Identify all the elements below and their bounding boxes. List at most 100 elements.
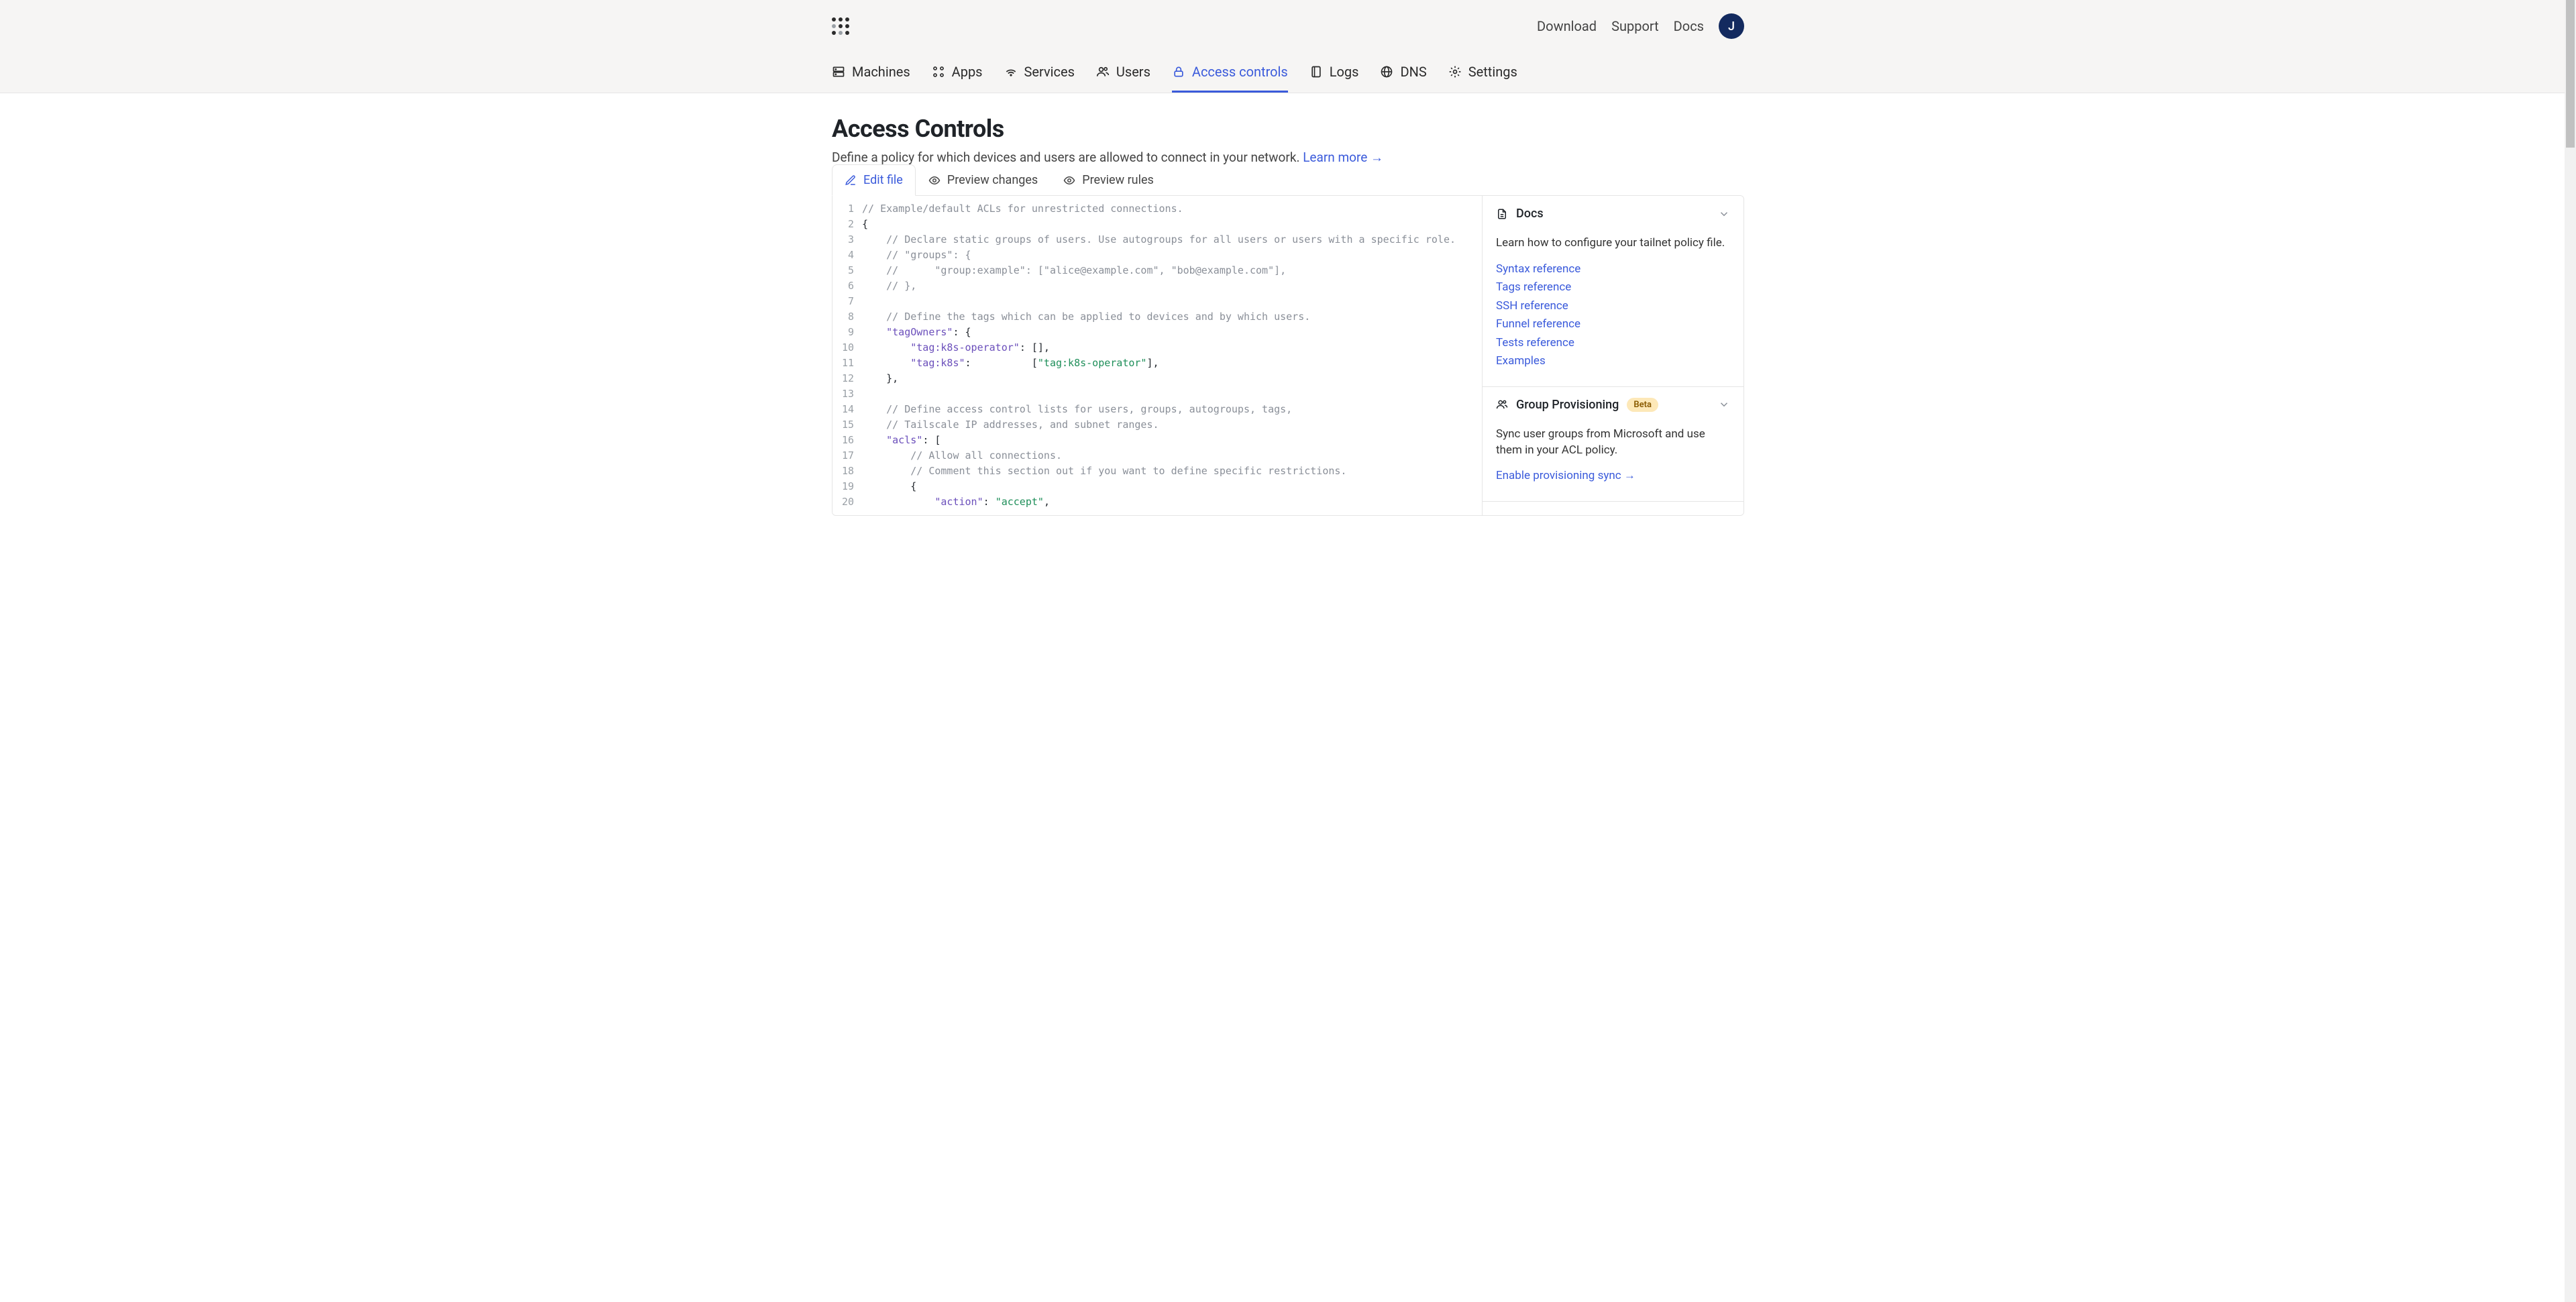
avatar[interactable]: J (1719, 13, 1744, 39)
panel-title: Group Provisioning (1516, 398, 1619, 412)
editor-tabs: Edit file Preview changes Preview rules (832, 164, 1744, 196)
docs-link-syntax[interactable]: Syntax reference (1496, 261, 1730, 278)
line-number: 11 (833, 356, 862, 371)
code-line[interactable]: 2{ (833, 217, 1482, 232)
nav-machines[interactable]: Machines (832, 52, 910, 93)
panel-docs-header[interactable]: Docs (1483, 196, 1743, 231)
line-number: 9 (833, 325, 862, 340)
code-content: // "group:example": ["alice@example.com"… (862, 263, 1286, 278)
code-line[interactable]: 4 // "groups": { (833, 248, 1482, 263)
code-content: // }, (862, 278, 916, 294)
panel-group-provisioning-header[interactable]: Group Provisioning Beta (1483, 387, 1743, 423)
code-line[interactable]: 6 // }, (833, 278, 1482, 294)
line-number: 5 (833, 263, 862, 278)
docs-link-tags[interactable]: Tags reference (1496, 279, 1730, 296)
enable-provisioning-link[interactable]: Enable provisioning sync → (1496, 468, 1730, 485)
tab-preview-rules[interactable]: Preview rules (1051, 164, 1167, 196)
line-number: 4 (833, 248, 862, 263)
main-nav: Machines Apps Services Users Access cont… (832, 52, 1744, 93)
code-line[interactable]: 11 "tag:k8s": ["tag:k8s-operator"], (833, 356, 1482, 371)
scrollbar-thumb[interactable] (2566, 0, 2575, 148)
chevron-down-icon (1718, 398, 1730, 411)
nav-label: Settings (1468, 64, 1517, 80)
nav-dns[interactable]: DNS (1380, 52, 1426, 93)
docs-link-examples[interactable]: Examples (1496, 353, 1730, 370)
edit-icon (845, 174, 857, 186)
nav-logs[interactable]: Logs (1309, 52, 1359, 93)
code-line[interactable]: 5 // "group:example": ["alice@example.co… (833, 263, 1482, 278)
scrollbar[interactable] (2565, 0, 2576, 1302)
document-icon (1496, 208, 1508, 220)
code-line[interactable]: 17 // Allow all connections. (833, 448, 1482, 464)
code-content: // Allow all connections. (862, 448, 1062, 464)
nav-label: Access controls (1192, 64, 1288, 80)
line-number: 12 (833, 371, 862, 386)
docs-link-funnel[interactable]: Funnel reference (1496, 316, 1730, 333)
line-number: 3 (833, 232, 862, 248)
code-content: // "groups": { (862, 248, 971, 263)
tab-label: Preview rules (1082, 173, 1154, 187)
tab-edit-file[interactable]: Edit file (832, 164, 916, 196)
code-line[interactable]: 10 "tag:k8s-operator": [], (833, 340, 1482, 356)
code-line[interactable]: 13 (833, 386, 1482, 402)
nav-access-controls[interactable]: Access controls (1172, 52, 1288, 93)
code-line[interactable]: 19 { (833, 479, 1482, 494)
panel-title: Docs (1516, 207, 1544, 221)
code-content: "acls": [ (862, 433, 941, 448)
apps-icon (932, 65, 945, 78)
page-title: Access Controls (832, 115, 1744, 143)
code-content (862, 294, 868, 309)
panel-docs: Docs Learn how to configure your tailnet… (1483, 196, 1743, 387)
nav-label: Services (1024, 64, 1075, 80)
tab-preview-changes[interactable]: Preview changes (916, 164, 1051, 196)
code-content: }, (862, 371, 898, 386)
code-line[interactable]: 15 // Tailscale IP addresses, and subnet… (833, 417, 1482, 433)
header-link-support[interactable]: Support (1611, 18, 1659, 34)
code-line[interactable]: 8 // Define the tags which can be applie… (833, 309, 1482, 325)
code-line[interactable]: 18 // Comment this section out if you wa… (833, 464, 1482, 479)
code-editor[interactable]: 1// Example/default ACLs for unrestricte… (833, 196, 1482, 515)
line-number: 6 (833, 278, 862, 294)
panel-gp-intro: Sync user groups from Microsoft and use … (1496, 427, 1730, 459)
code-content: "action": "accept", (862, 494, 1050, 510)
code-line[interactable]: 9 "tagOwners": { (833, 325, 1482, 340)
globe-icon (1380, 65, 1393, 78)
line-number: 7 (833, 294, 862, 309)
header-link-docs[interactable]: Docs (1674, 18, 1704, 34)
server-icon (832, 65, 845, 78)
code-line[interactable]: 16 "acls": [ (833, 433, 1482, 448)
code-line[interactable]: 20 "action": "accept", (833, 494, 1482, 510)
nav-settings[interactable]: Settings (1448, 52, 1517, 93)
nav-apps[interactable]: Apps (932, 52, 983, 93)
code-line[interactable]: 14 // Define access control lists for us… (833, 402, 1482, 417)
code-content: { (862, 479, 916, 494)
nav-users[interactable]: Users (1096, 52, 1150, 93)
lock-icon (1172, 65, 1185, 78)
docs-link-ssh[interactable]: SSH reference (1496, 298, 1730, 315)
panel-group-provisioning: Group Provisioning Beta Sync user groups… (1483, 387, 1743, 502)
wifi-icon (1004, 65, 1018, 78)
code-line[interactable]: 12 }, (833, 371, 1482, 386)
code-line[interactable]: 7 (833, 294, 1482, 309)
code-content: "tag:k8s": ["tag:k8s-operator"], (862, 356, 1159, 371)
line-number: 20 (833, 494, 862, 510)
line-number: 18 (833, 464, 862, 479)
code-line[interactable]: 3 // Declare static groups of users. Use… (833, 232, 1482, 248)
header-link-download[interactable]: Download (1537, 18, 1597, 34)
code-content: // Define the tags which can be applied … (862, 309, 1310, 325)
page-description: Define a policy for which devices and us… (832, 150, 1744, 166)
line-number: 10 (833, 340, 862, 356)
tab-label: Edit file (863, 173, 903, 187)
code-content (862, 386, 868, 402)
logo-icon[interactable] (832, 17, 849, 35)
book-icon (1309, 65, 1323, 78)
line-number: 16 (833, 433, 862, 448)
right-sidebar: Docs Learn how to configure your tailnet… (1482, 196, 1743, 515)
code-content: // Example/default ACLs for unrestricted… (862, 201, 1183, 217)
code-line[interactable]: 1// Example/default ACLs for unrestricte… (833, 201, 1482, 217)
nav-services[interactable]: Services (1004, 52, 1075, 93)
code-content: // Tailscale IP addresses, and subnet ra… (862, 417, 1159, 433)
eye-icon (928, 174, 941, 186)
learn-more-link[interactable]: Learn more → (1303, 150, 1383, 165)
docs-link-tests[interactable]: Tests reference (1496, 335, 1730, 352)
